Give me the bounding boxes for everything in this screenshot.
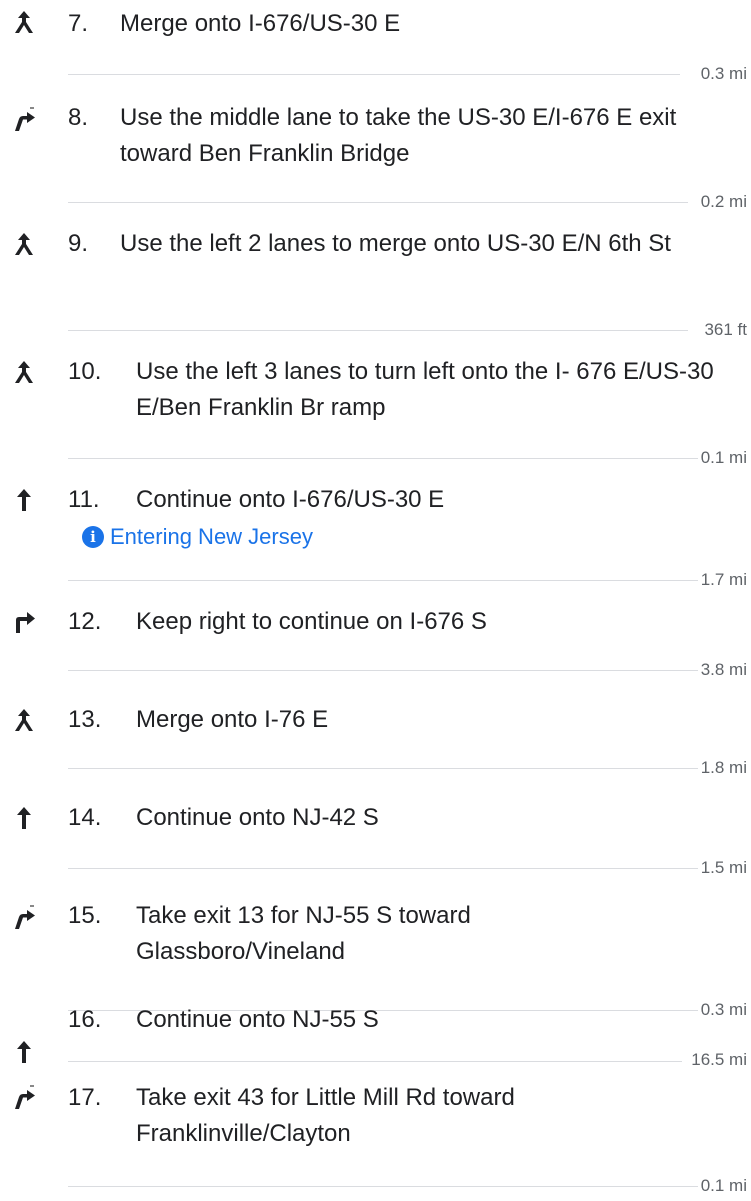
step-instruction: Merge onto I-676/US-30 E bbox=[120, 10, 401, 37]
step-distance: 3.8 mi bbox=[700, 660, 747, 679]
step-instruction: Use the left 2 lanes to merge onto US-30… bbox=[120, 230, 671, 257]
straight-icon bbox=[10, 1038, 38, 1066]
step-number: 9. bbox=[68, 230, 89, 257]
step-distance: 361 ft bbox=[704, 320, 747, 339]
step-divider bbox=[68, 330, 688, 331]
step-divider bbox=[68, 768, 698, 769]
merge-icon bbox=[10, 8, 38, 36]
directions-list: 7. Merge onto I-676/US-30 E 0.3 mi 8. Us… bbox=[0, 0, 751, 1201]
step-distance: 0.1 mi bbox=[700, 1176, 747, 1195]
step-distance: 1.8 mi bbox=[700, 758, 747, 777]
step-instruction: Merge onto I-76 E bbox=[136, 706, 329, 733]
step-number: 7. bbox=[68, 10, 89, 37]
notice-text: Entering New Jersey bbox=[110, 524, 313, 549]
ramp-right-icon bbox=[10, 1084, 38, 1112]
step-divider bbox=[68, 458, 698, 459]
step-number: 8. bbox=[68, 104, 89, 131]
step-number: 13. bbox=[68, 706, 102, 733]
straight-icon bbox=[10, 486, 38, 514]
step-instruction: Continue onto NJ-42 S bbox=[136, 804, 379, 831]
step-instruction: Take exit 13 for NJ-55 S toward Glassbor… bbox=[136, 902, 471, 965]
keep-right-icon bbox=[10, 608, 38, 636]
step-instruction: Use the middle lane to take the US-30 E/… bbox=[120, 104, 677, 167]
ramp-right-icon bbox=[10, 106, 38, 134]
step-number: 12. bbox=[68, 608, 102, 635]
step-number: 10. bbox=[68, 358, 102, 385]
step-distance: 16.5 mi bbox=[691, 1050, 747, 1069]
step-distance: 1.7 mi bbox=[700, 570, 747, 589]
step-distance: 0.1 mi bbox=[700, 448, 747, 467]
step-distance: 0.2 mi bbox=[700, 192, 747, 211]
step-number: 14. bbox=[68, 804, 102, 831]
step-notice[interactable]: i Entering New Jersey bbox=[82, 522, 313, 552]
step-instruction: Continue onto I-676/US-30 E bbox=[136, 486, 445, 513]
step-instruction: Continue onto NJ-55 S bbox=[136, 1006, 379, 1033]
step-instruction: Take exit 43 for Little Mill Rd toward F… bbox=[136, 1084, 515, 1147]
ramp-right-icon bbox=[10, 904, 38, 932]
step-number: 17. bbox=[68, 1084, 102, 1111]
info-icon: i bbox=[82, 526, 104, 548]
step-divider bbox=[68, 868, 698, 869]
step-divider bbox=[68, 1186, 698, 1187]
straight-icon bbox=[10, 804, 38, 832]
merge-icon bbox=[10, 706, 38, 734]
step-distance: 1.5 mi bbox=[700, 858, 747, 877]
step-instruction: Use the left 3 lanes to turn left onto t… bbox=[136, 358, 714, 421]
step-divider bbox=[68, 74, 680, 75]
step-divider bbox=[68, 580, 698, 581]
step-divider bbox=[68, 1061, 682, 1062]
step-instruction: Keep right to continue on I-676 S bbox=[136, 608, 487, 635]
step-divider bbox=[68, 202, 688, 203]
step-divider bbox=[68, 670, 698, 671]
merge-icon bbox=[10, 230, 38, 258]
step-number: 16. bbox=[68, 1006, 102, 1033]
step-number: 11. bbox=[68, 486, 100, 513]
step-number: 15. bbox=[68, 902, 102, 929]
merge-icon bbox=[10, 358, 38, 386]
step-distance: 0.3 mi bbox=[700, 64, 747, 83]
